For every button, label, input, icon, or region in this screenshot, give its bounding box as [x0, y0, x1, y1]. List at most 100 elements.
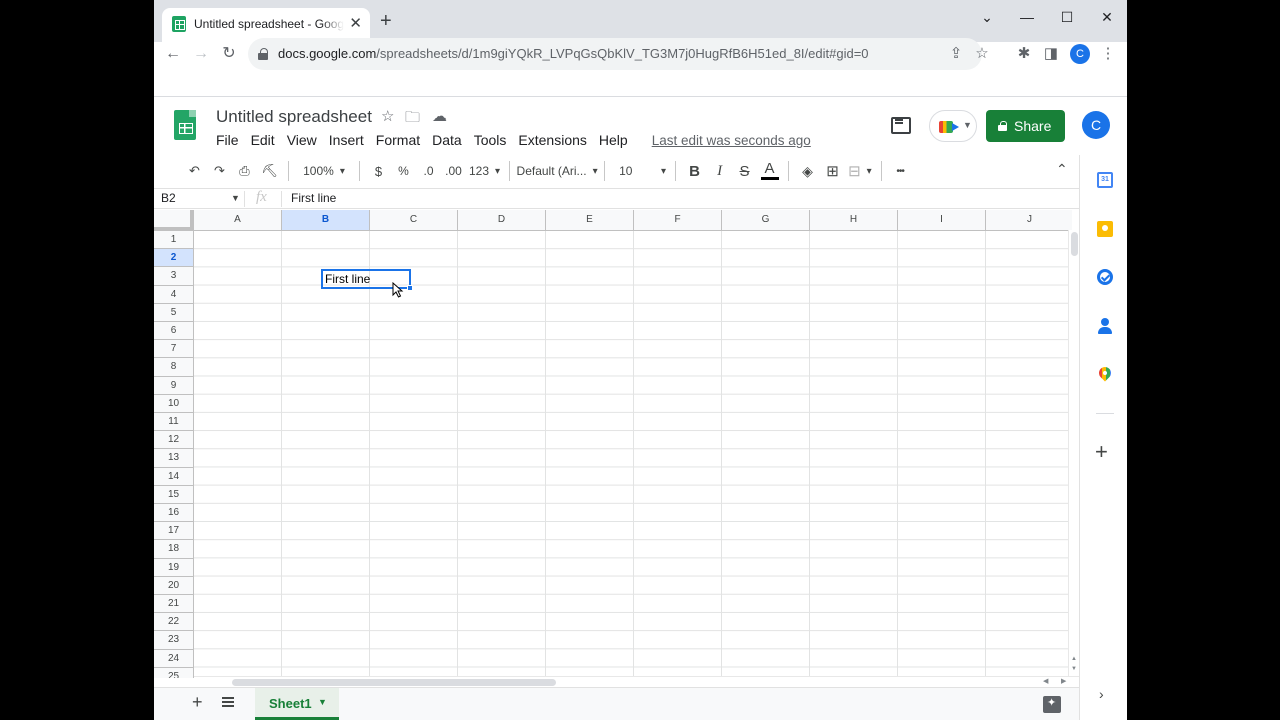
- print-icon[interactable]: ⎙: [232, 157, 257, 185]
- row-header-18[interactable]: 18: [154, 540, 194, 559]
- chevron-down-icon[interactable]: ▼: [231, 193, 240, 203]
- borders-icon[interactable]: ⊞: [820, 157, 845, 185]
- add-sheet-button[interactable]: +: [192, 692, 203, 713]
- browser-profile-avatar[interactable]: C: [1070, 44, 1090, 64]
- bookmark-star-icon[interactable]: ☆: [970, 42, 994, 66]
- column-header-i[interactable]: I: [898, 210, 986, 231]
- column-header-b[interactable]: B: [282, 210, 370, 231]
- formula-input[interactable]: First line: [291, 191, 336, 205]
- currency-format-button[interactable]: $: [366, 157, 391, 185]
- maps-icon[interactable]: [1097, 367, 1113, 383]
- collapse-menus-icon[interactable]: ⌃: [1056, 161, 1068, 178]
- star-icon[interactable]: ☆: [381, 107, 394, 125]
- menu-edit[interactable]: Edit: [251, 132, 281, 150]
- url-text[interactable]: docs.google.com/spreadsheets/d/1m9giYQkR…: [278, 46, 869, 61]
- vertical-scrollbar[interactable]: ▲ ▼: [1068, 230, 1079, 678]
- back-button[interactable]: ←: [162, 42, 184, 66]
- row-header-17[interactable]: 17: [154, 522, 194, 541]
- scroll-down-icon[interactable]: ▼: [1071, 666, 1077, 672]
- fill-color-icon[interactable]: ◈: [795, 157, 820, 185]
- row-header-22[interactable]: 22: [154, 613, 194, 632]
- maximize-button[interactable]: ☐: [1052, 6, 1082, 28]
- keep-icon[interactable]: [1097, 221, 1113, 237]
- extensions-icon[interactable]: ✱: [1012, 42, 1036, 66]
- last-edit-link[interactable]: Last edit was seconds ago: [652, 133, 811, 150]
- menu-help[interactable]: Help: [599, 132, 634, 150]
- row-header-24[interactable]: 24: [154, 649, 194, 668]
- name-box[interactable]: B2: [161, 191, 241, 205]
- row-header-4[interactable]: 4: [154, 285, 194, 304]
- font-size-select[interactable]: 10: [611, 157, 669, 185]
- row-header-10[interactable]: 10: [154, 394, 194, 413]
- column-header-e[interactable]: E: [546, 210, 634, 231]
- document-title[interactable]: Untitled spreadsheet: [216, 107, 372, 127]
- row-header-2[interactable]: 2: [154, 249, 194, 268]
- tasks-icon[interactable]: [1097, 269, 1113, 285]
- row-header-5[interactable]: 5: [154, 303, 194, 322]
- menu-data[interactable]: Data: [432, 132, 468, 150]
- move-folder-icon[interactable]: 🗀: [405, 107, 420, 132]
- row-header-8[interactable]: 8: [154, 358, 194, 377]
- redo-icon[interactable]: ↷: [207, 157, 232, 185]
- font-family-select[interactable]: Default (Ari...: [516, 157, 598, 185]
- row-header-23[interactable]: 23: [154, 631, 194, 650]
- row-header-21[interactable]: 21: [154, 595, 194, 614]
- horizontal-scrollbar[interactable]: ◀ ▶: [194, 676, 1079, 687]
- column-header-j[interactable]: J: [986, 210, 1072, 231]
- menu-tools[interactable]: Tools: [474, 132, 513, 150]
- row-header-3[interactable]: 3: [154, 267, 194, 286]
- row-header-14[interactable]: 14: [154, 467, 194, 486]
- cloud-status-icon[interactable]: ☁: [432, 107, 447, 125]
- meet-button[interactable]: ▼: [929, 110, 977, 142]
- strikethrough-button[interactable]: S: [732, 157, 757, 185]
- side-panel-icon[interactable]: ◨: [1039, 42, 1063, 66]
- menu-file[interactable]: File: [216, 132, 245, 150]
- tab-search-icon[interactable]: ⌄: [972, 6, 1002, 28]
- menu-extensions[interactable]: Extensions: [518, 132, 592, 150]
- column-header-f[interactable]: F: [634, 210, 722, 231]
- increase-decimal-button[interactable]: .00: [441, 157, 466, 185]
- row-header-12[interactable]: 12: [154, 431, 194, 450]
- row-header-19[interactable]: 19: [154, 558, 194, 577]
- share-page-icon[interactable]: ⇪: [944, 42, 968, 66]
- expand-panel-icon[interactable]: ›: [1099, 686, 1104, 702]
- scroll-up-icon[interactable]: ▲: [1071, 656, 1077, 662]
- horizontal-scroll-thumb[interactable]: [232, 679, 556, 686]
- scroll-left-icon[interactable]: ◀: [1043, 677, 1048, 685]
- get-addons-button[interactable]: +: [1095, 441, 1108, 463]
- explore-icon[interactable]: [1043, 696, 1061, 713]
- sheet-tab[interactable]: Sheet1 ▼: [255, 688, 339, 720]
- calendar-icon[interactable]: 31: [1097, 172, 1113, 188]
- menu-view[interactable]: View: [287, 132, 323, 150]
- row-header-13[interactable]: 13: [154, 449, 194, 468]
- row-header-16[interactable]: 16: [154, 504, 194, 523]
- row-header-6[interactable]: 6: [154, 322, 194, 341]
- row-header-15[interactable]: 15: [154, 485, 194, 504]
- browser-menu-icon[interactable]: ⋮: [1096, 42, 1120, 66]
- paint-format-icon[interactable]: ⛏: [257, 157, 282, 185]
- sheets-logo-icon[interactable]: [174, 110, 196, 140]
- row-header-1[interactable]: 1: [154, 231, 194, 250]
- contacts-icon[interactable]: [1097, 318, 1113, 334]
- italic-button[interactable]: I: [707, 157, 732, 185]
- reload-button[interactable]: ↻: [218, 42, 240, 66]
- all-sheets-icon[interactable]: [222, 697, 234, 707]
- column-header-c[interactable]: C: [370, 210, 458, 231]
- menu-format[interactable]: Format: [376, 132, 426, 150]
- row-header-11[interactable]: 11: [154, 413, 194, 432]
- more-formats-select[interactable]: 123: [466, 157, 503, 185]
- row-header-25[interactable]: 25: [154, 667, 194, 678]
- tab-close-icon[interactable]: ✕: [349, 14, 362, 34]
- decrease-decimal-button[interactable]: .0: [416, 157, 441, 185]
- menu-insert[interactable]: Insert: [329, 132, 370, 150]
- address-bar[interactable]: docs.google.com/spreadsheets/d/1m9giYQkR…: [248, 38, 989, 70]
- comment-history-icon[interactable]: [889, 115, 911, 135]
- bold-button[interactable]: B: [682, 157, 707, 185]
- share-button[interactable]: Share: [986, 110, 1065, 142]
- undo-icon[interactable]: ↶: [182, 157, 207, 185]
- minimize-button[interactable]: —: [1012, 6, 1042, 28]
- merge-cells-icon[interactable]: ⊟: [845, 157, 875, 185]
- forward-button[interactable]: →: [190, 42, 212, 66]
- close-window-button[interactable]: ✕: [1092, 6, 1122, 28]
- column-header-g[interactable]: G: [722, 210, 810, 231]
